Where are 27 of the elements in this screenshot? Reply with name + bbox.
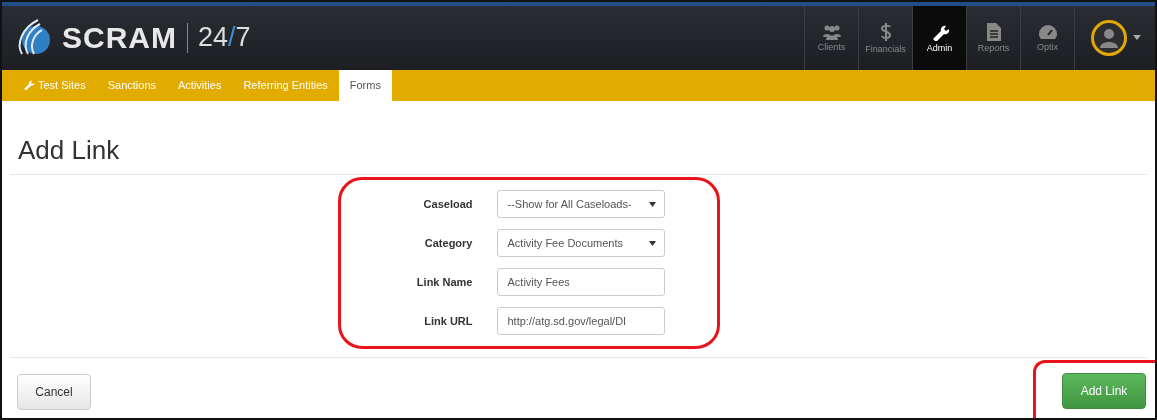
brand-name: SCRAM xyxy=(62,20,177,55)
cancel-button[interactable]: Cancel xyxy=(17,374,91,410)
tab[interactable]: Forms xyxy=(338,69,392,101)
nav-item[interactable]: Optix xyxy=(1020,6,1074,70)
caret-icon xyxy=(648,201,656,207)
select-field[interactable]: Activity Fee Documents xyxy=(496,229,665,258)
select-field[interactable]: --Show for All Caseloads- xyxy=(496,190,665,219)
people-icon xyxy=(821,23,842,40)
dollar-icon xyxy=(879,21,892,42)
wrench-icon xyxy=(23,79,34,91)
field-label: Category xyxy=(423,237,473,250)
input-field[interactable]: Activity Fees xyxy=(496,268,665,297)
product-name: 24/7 xyxy=(198,22,251,54)
caret-icon xyxy=(648,240,656,246)
field-label: Link Name xyxy=(415,276,473,289)
page-title: Add Link xyxy=(18,134,121,166)
field-label: Link URL xyxy=(423,315,473,328)
caret-icon[interactable] xyxy=(1133,35,1141,41)
gauge-icon xyxy=(1037,23,1058,40)
document-icon xyxy=(986,22,1001,41)
nav-item[interactable]: Admin xyxy=(912,6,966,70)
avatar-icon[interactable] xyxy=(1091,19,1127,56)
nav-item[interactable]: Reports xyxy=(966,6,1020,70)
input-field[interactable]: http://atg.sd.gov/legal/DI xyxy=(496,307,665,336)
add-link-button[interactable]: Add Link xyxy=(1062,372,1146,409)
nav-item[interactable]: Clients xyxy=(804,6,858,70)
field-label: Caseload xyxy=(422,198,473,211)
